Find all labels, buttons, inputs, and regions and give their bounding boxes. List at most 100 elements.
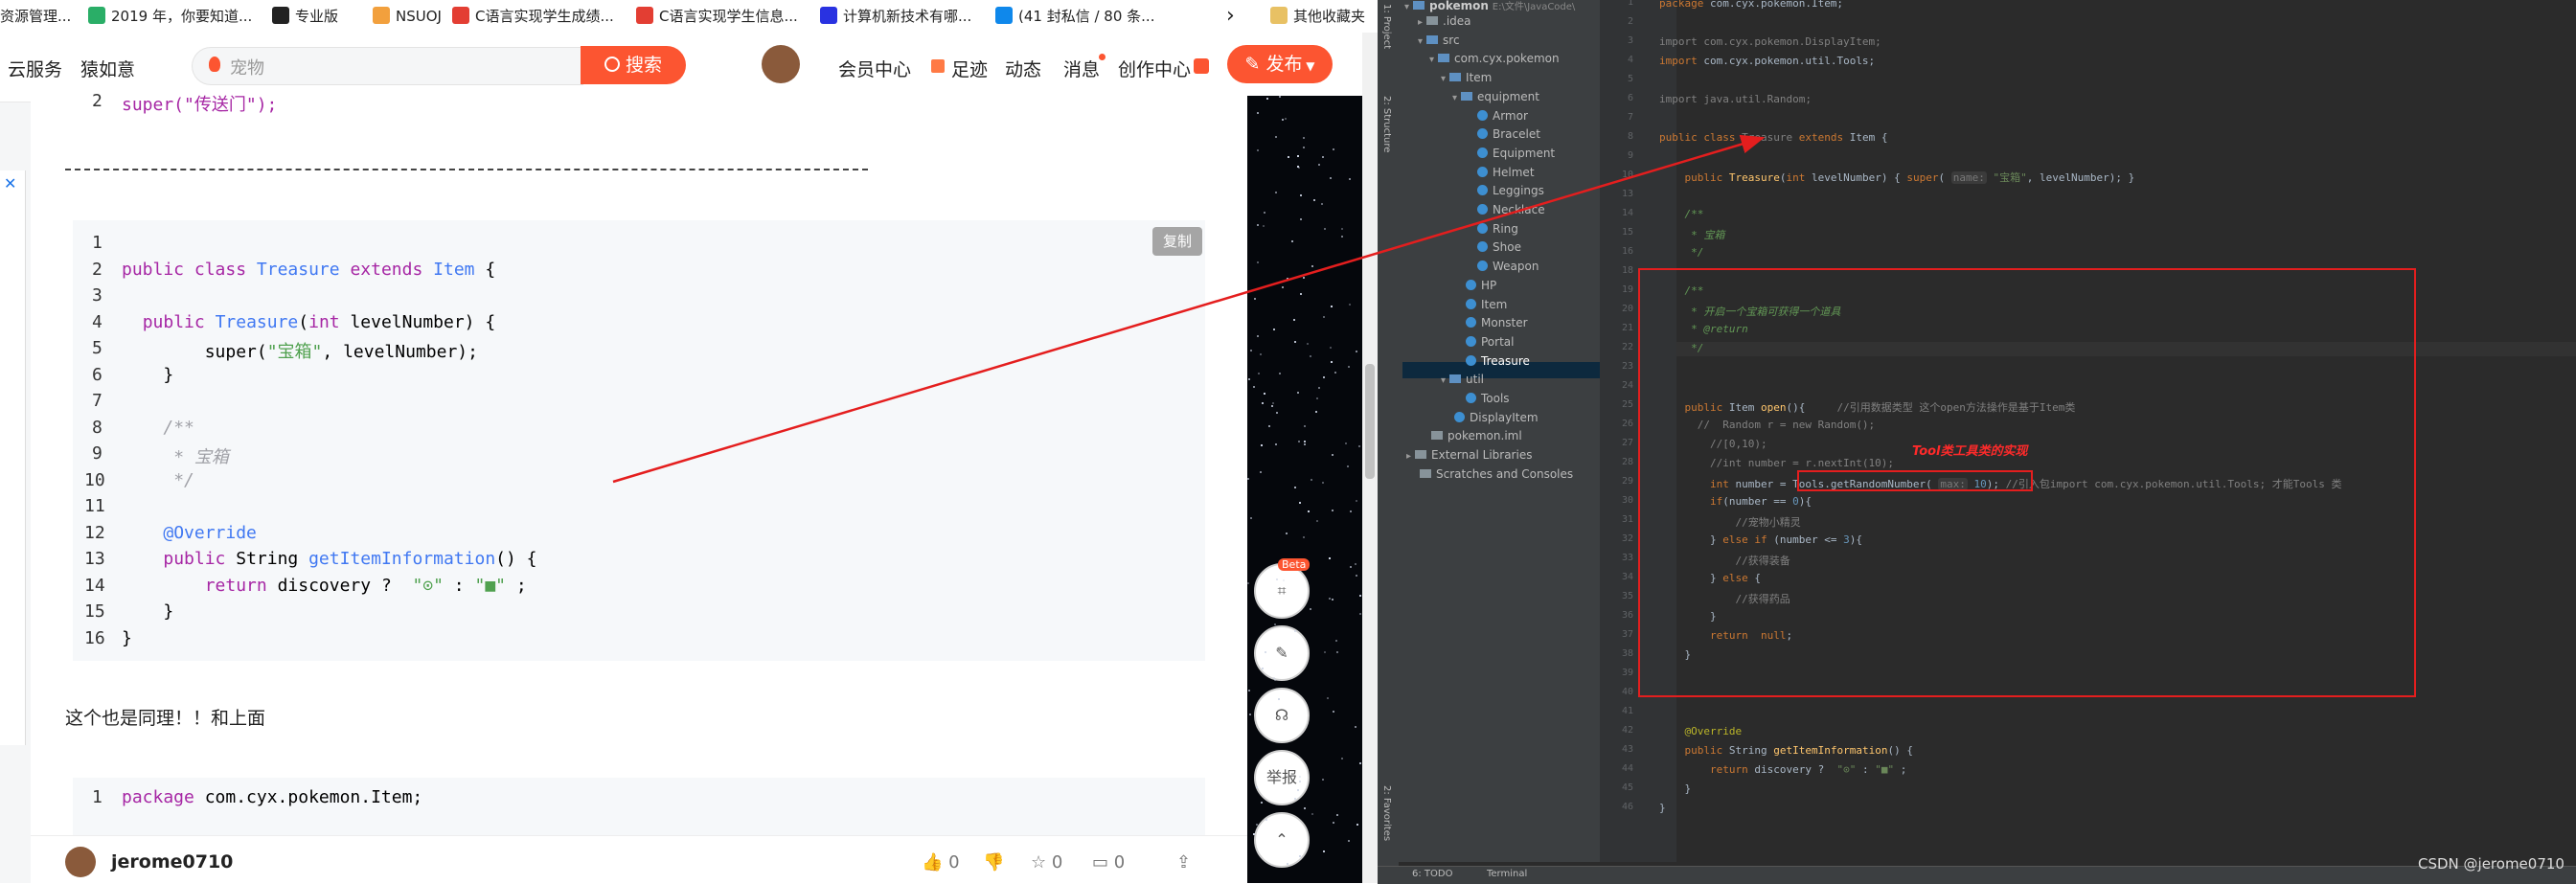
bookmark-3[interactable]: NSUOJ <box>373 0 442 33</box>
user-avatar[interactable] <box>762 45 800 83</box>
chevron-down-icon[interactable]: ▾ <box>1429 55 1434 65</box>
star-dot <box>1331 510 1334 512</box>
scrollbar-thumb[interactable] <box>1365 364 1375 479</box>
nav-messages[interactable]: 消息 <box>1063 56 1100 81</box>
tree-item[interactable]: Portal <box>1452 335 1514 349</box>
tree-item[interactable]: Leggings <box>1464 184 1544 197</box>
chevron-down-icon[interactable]: ▾ <box>1441 74 1446 84</box>
line-number: 46 <box>1621 802 1633 812</box>
star-dot <box>1282 286 1285 288</box>
tool-tab-favorites[interactable]: 2: Favorites <box>1381 785 1392 841</box>
nav-yuanruyi[interactable]: 猿如意 <box>80 56 135 81</box>
comment-button[interactable]: ▭ 0 <box>1092 852 1125 873</box>
tree-item[interactable]: Ring <box>1464 222 1518 236</box>
tab-todo[interactable]: 6: TODO <box>1412 869 1452 879</box>
star-dot <box>1265 818 1267 821</box>
tree-item[interactable]: Necklace <box>1464 203 1545 216</box>
chevron-down-icon: ▼ <box>1302 59 1315 73</box>
tree-item[interactable]: ▸ .idea <box>1418 14 1471 28</box>
pen-icon: ✎ <box>1244 54 1266 75</box>
author-name[interactable]: jerome0710 <box>111 851 233 873</box>
tree-item[interactable]: ▾ com.cyx.pokemon <box>1429 52 1560 65</box>
code-line: super("宝箱", levelNumber); <box>122 342 478 362</box>
star-dot <box>1321 481 1324 484</box>
star-dot <box>1249 350 1252 352</box>
close-icon[interactable]: ✕ <box>4 174 16 193</box>
back-to-top-button[interactable]: ⌃ <box>1254 812 1310 868</box>
nav-creation-center[interactable]: 创作中心 <box>1118 56 1191 81</box>
nav-activity[interactable]: 动态 <box>1005 56 1041 81</box>
bookmark-6[interactable]: 计算机新技术有哪... <box>820 0 971 33</box>
star-icon: ☆ <box>1031 852 1047 873</box>
favorite-button[interactable]: ☆ 0 <box>1031 852 1062 873</box>
bookmark-8[interactable]: 其他收藏夹 <box>1270 0 1365 33</box>
report-button[interactable]: 举报 <box>1254 750 1310 805</box>
tree-item[interactable]: Item <box>1452 298 1507 311</box>
line-number: 22 <box>1621 342 1633 352</box>
file-icon <box>1431 431 1443 441</box>
chevron-down-icon[interactable]: ▾ <box>1418 36 1423 47</box>
tree-item[interactable]: Tools <box>1452 392 1510 405</box>
nav-member-center[interactable]: 会员中心 <box>838 56 911 81</box>
editor-line: } <box>1659 802 1666 814</box>
dislike-button[interactable]: 👎 <box>983 852 1004 873</box>
star-dot <box>1299 218 1302 221</box>
copy-button[interactable]: 复制 <box>1152 227 1202 256</box>
star-dot <box>1257 335 1260 338</box>
bookmark-0[interactable]: 资源管理... <box>0 0 71 33</box>
bookmark-2[interactable]: 专业版 <box>272 0 338 33</box>
tree-item[interactable]: ▾ Item <box>1441 71 1492 84</box>
search-button[interactable]: 搜索 <box>581 46 686 84</box>
bookmark-4[interactable]: C语言实现学生成绩... <box>452 0 614 33</box>
tree-item[interactable]: pokemon.iml <box>1418 429 1522 442</box>
tree-item[interactable]: Helmet <box>1464 166 1535 179</box>
like-button[interactable]: 👍 0 <box>922 852 960 873</box>
author-avatar[interactable] <box>65 847 96 877</box>
bookmark-icon <box>373 6 390 24</box>
tree-item[interactable]: Armor <box>1464 109 1528 123</box>
tree-item[interactable]: ▾ src <box>1418 34 1460 47</box>
support-button[interactable]: ☊ <box>1254 688 1310 743</box>
star-dot <box>1273 679 1276 682</box>
scan-icon: ⌗ <box>1277 581 1287 600</box>
nav-footprint[interactable]: 足迹 <box>951 56 988 81</box>
publish-button[interactable]: ✎ 发布 ▼ <box>1227 45 1333 83</box>
tree-item[interactable]: Bracelet <box>1464 127 1540 141</box>
share-icon[interactable]: ⇪ <box>1176 852 1191 873</box>
star-dot <box>1248 713 1251 715</box>
tree-item-label: src <box>1443 33 1460 47</box>
tab-terminal[interactable]: Terminal <box>1487 869 1527 879</box>
tree-item[interactable]: Scratches and Consoles <box>1406 467 1573 481</box>
bookmark-7[interactable]: (41 封私信 / 80 条... <box>995 0 1154 33</box>
tool-tab-structure[interactable]: 2: Structure <box>1381 96 1392 152</box>
tree-item[interactable]: Equipment <box>1464 147 1555 160</box>
chevron-down-icon[interactable]: ▾ <box>1452 93 1457 103</box>
bookmark-5[interactable]: C语言实现学生信息... <box>636 0 798 33</box>
tree-item[interactable]: Weapon <box>1464 260 1539 273</box>
edit-button[interactable]: ✎ <box>1254 625 1310 681</box>
tree-item[interactable]: ▸ External Libraries <box>1406 448 1532 462</box>
tree-item[interactable]: Shoe <box>1464 240 1521 254</box>
chevron-right-icon[interactable]: ▸ <box>1418 17 1423 28</box>
project-root[interactable]: ▾ pokemon E:\文件\JavaCode\ <box>1404 0 1575 12</box>
tree-item[interactable]: DisplayItem <box>1441 411 1539 424</box>
chevron-right-icon[interactable]: › <box>1226 0 1235 33</box>
line-number: 6 <box>1627 93 1633 103</box>
star-dot <box>1296 154 1299 157</box>
chevron-right-icon[interactable]: ▸ <box>1406 451 1411 462</box>
bookmark-1[interactable]: 2019 年，你要知道... <box>88 0 252 33</box>
side-widget <box>0 170 26 745</box>
tree-item[interactable]: HP <box>1452 279 1496 292</box>
tree-item[interactable]: Treasure <box>1452 354 1530 368</box>
chevron-down-icon[interactable]: ▾ <box>1441 375 1446 386</box>
tree-item-label: Equipment <box>1493 146 1556 160</box>
tool-tab-project[interactable]: 1: Project <box>1381 4 1392 49</box>
tree-item[interactable]: ▾ util <box>1441 373 1484 386</box>
nav-cloud-service[interactable]: 云服务 <box>8 56 62 81</box>
tree-item[interactable]: Monster <box>1452 316 1528 329</box>
publish-button-label: 发布 <box>1265 54 1303 75</box>
tree-item[interactable]: ▾ equipment <box>1452 90 1539 103</box>
scan-button[interactable]: ⌗ <box>1254 563 1310 619</box>
star-dot <box>1252 833 1255 836</box>
star-dot <box>1253 297 1256 300</box>
